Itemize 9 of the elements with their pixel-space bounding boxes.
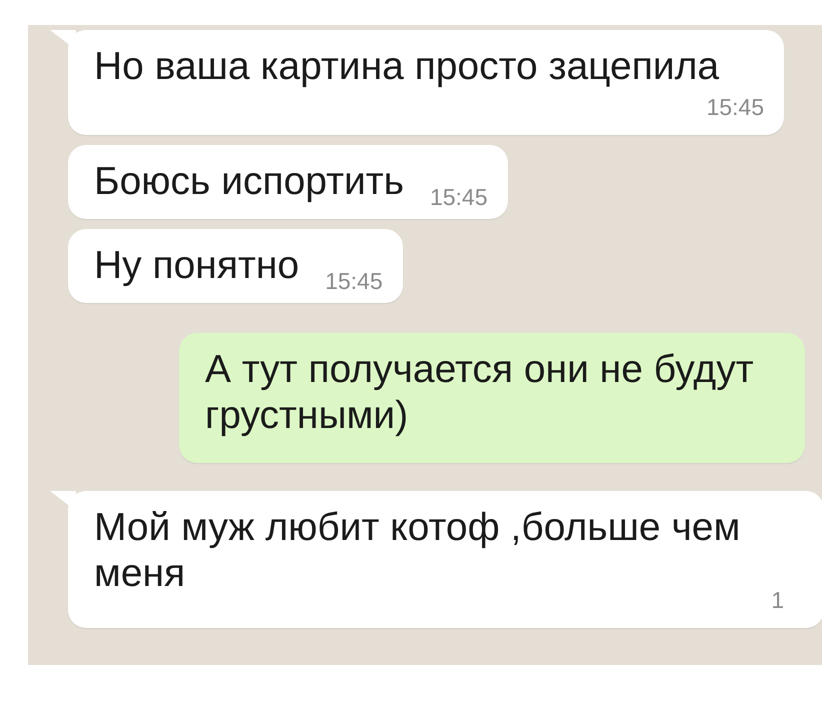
message-time: 15:45	[705, 94, 764, 121]
message-text: Но ваша картина просто зацепила	[94, 44, 720, 90]
message-text: Ну понятно	[94, 243, 300, 289]
message-text: Боюсь испортить	[94, 159, 404, 205]
message-time: 1	[770, 587, 784, 614]
message-time: 15:45	[325, 268, 383, 295]
message-text: А тут получается они не будут грустными)	[205, 347, 755, 439]
message-time: 15:45	[430, 184, 488, 211]
message-text: Мой муж любит котоф ,больше чем меня	[94, 505, 742, 597]
